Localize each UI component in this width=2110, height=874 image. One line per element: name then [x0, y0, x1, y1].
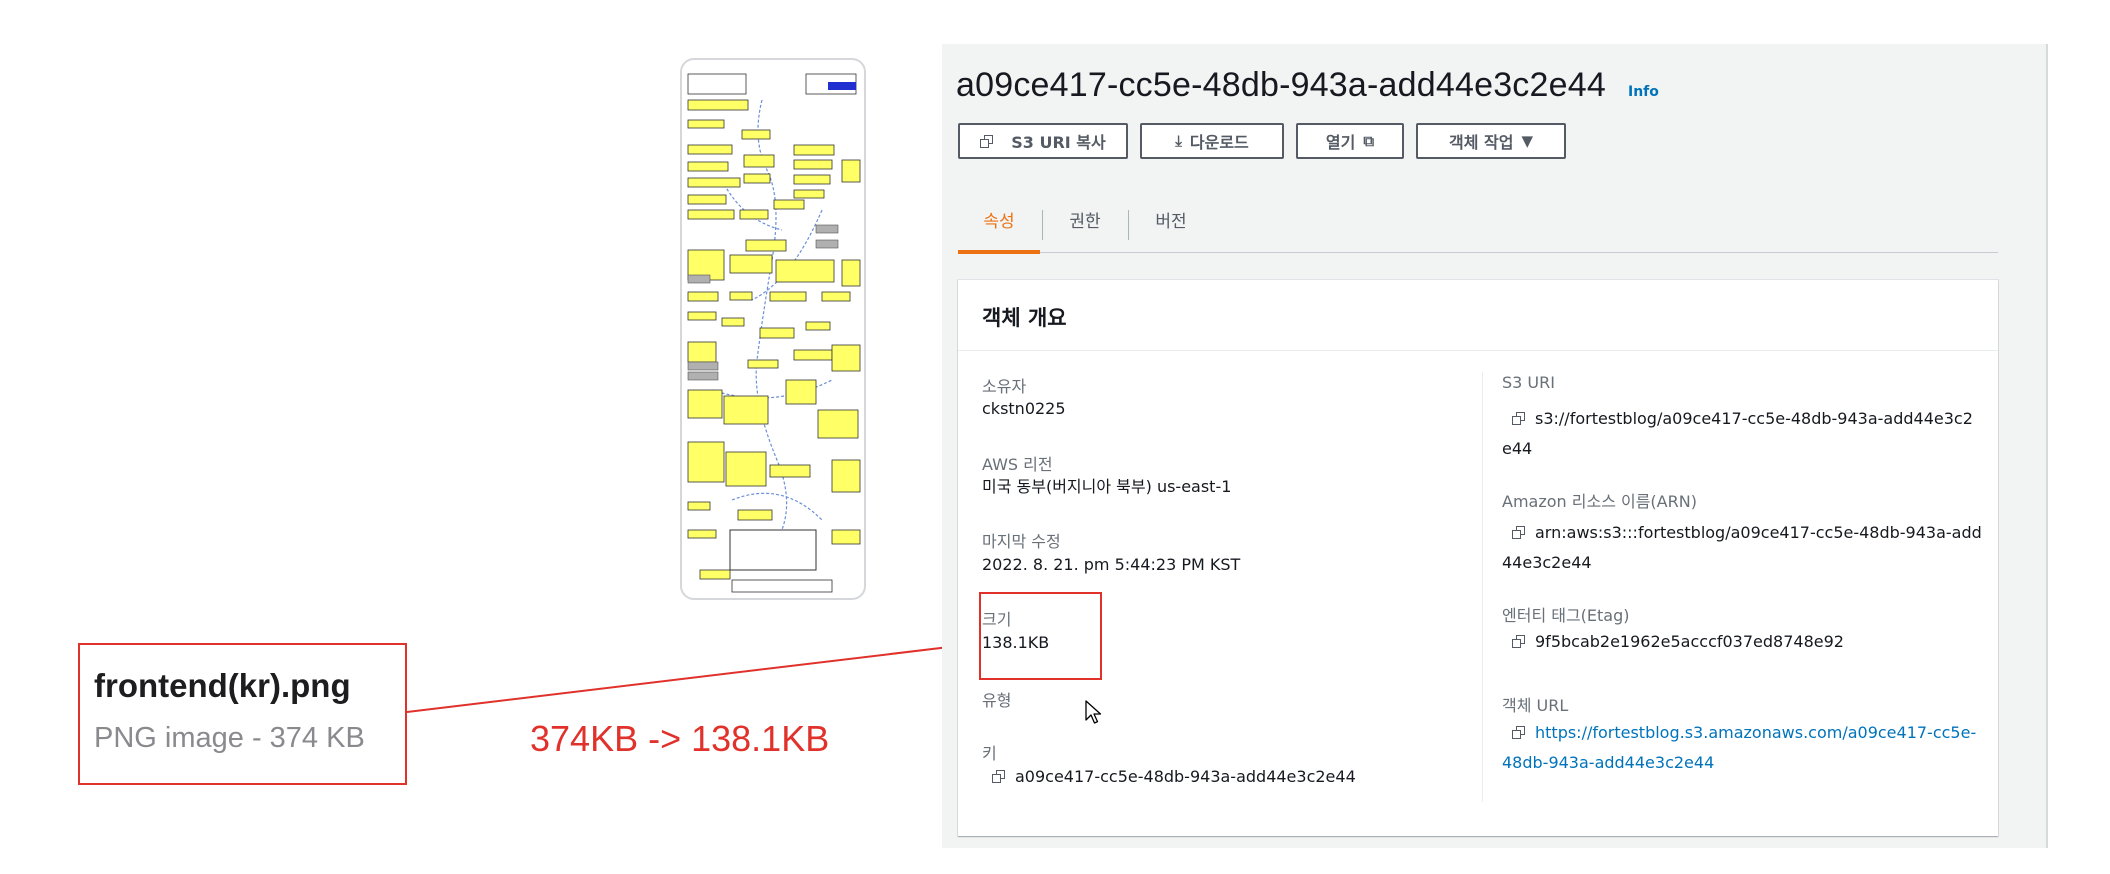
arn-label: Amazon 리소스 이름(ARN)	[1502, 492, 1697, 511]
object-overview-card: 객체 개요 소유자 ckstn0225 AWS 리전 미국 동부(버지니아 북부…	[958, 280, 1998, 836]
s3-uri-value[interactable]: s3://fortestblog/a09ce417-cc5e-48db-943a…	[1502, 404, 1982, 464]
tab-separator	[1042, 210, 1043, 240]
arn-value[interactable]: arn:aws:s3:::fortestblog/a09ce417-cc5e-4…	[1502, 518, 1982, 578]
copy-icon[interactable]	[1512, 412, 1525, 425]
s3-object-panel: a09ce417-cc5e-48db-943a-add44e3c2e44 Inf…	[942, 44, 2046, 848]
card-header: 객체 개요	[958, 280, 1998, 351]
copy-icon[interactable]	[1512, 635, 1525, 648]
caret-down-icon: ▼	[1521, 132, 1533, 150]
type-label: 유형	[982, 691, 1012, 710]
object-url-text-2[interactable]: 48db-943a-add44e3c2e44	[1502, 748, 1982, 778]
s3-uri-label: S3 URI	[1502, 373, 1555, 392]
open-label: 열기	[1325, 133, 1356, 152]
etag-label: 엔터티 태그(Etag)	[1502, 606, 1630, 625]
mouse-cursor-icon	[1085, 700, 1102, 724]
copy-icon[interactable]	[1512, 526, 1525, 539]
object-url-link[interactable]: https://fortestblog.s3.amazonaws.com/a09…	[1502, 718, 1982, 778]
s3-uri-text-2: e44	[1502, 439, 1533, 458]
copy-icon[interactable]	[1512, 726, 1525, 739]
external-link-icon: ⧉	[1363, 132, 1375, 150]
key-text: a09ce417-cc5e-48db-943a-add44e3c2e44	[1015, 767, 1356, 786]
arn-text-1: arn:aws:s3:::fortestblog/a09ce417-cc5e-4…	[1535, 523, 1982, 542]
copy-icon	[980, 134, 994, 148]
owner-value: ckstn0225	[982, 399, 1066, 418]
object-actions-label: 객체 작업	[1449, 133, 1514, 152]
key-label: 키	[982, 744, 997, 763]
tab-separator	[1128, 210, 1129, 240]
column-divider	[1482, 372, 1483, 802]
open-button[interactable]: 열기 ⧉	[1296, 123, 1404, 159]
etag-text: 9f5bcab2e1962e5acccf037ed8748e92	[1535, 632, 1844, 651]
size-highlight-box	[979, 592, 1102, 680]
download-label: 다운로드	[1189, 133, 1249, 152]
region-value: 미국 동부(버지니아 북부) us-east-1	[982, 477, 1232, 496]
last-modified-label: 마지막 수정	[982, 532, 1061, 551]
etag-value[interactable]: 9f5bcab2e1962e5acccf037ed8748e92	[1512, 627, 1844, 657]
download-icon: ⤓	[1175, 132, 1182, 150]
last-modified-value: 2022. 8. 21. pm 5:44:23 PM KST	[982, 555, 1241, 574]
card-title: 객체 개요	[982, 306, 1067, 330]
copy-icon[interactable]	[992, 770, 1005, 783]
object-title: a09ce417-cc5e-48db-943a-add44e3c2e44	[956, 66, 1606, 104]
object-url-text-1[interactable]: https://fortestblog.s3.amazonaws.com/a09…	[1535, 723, 1976, 742]
info-link[interactable]: Info	[1628, 84, 1659, 100]
object-url-label: 객체 URL	[1502, 696, 1569, 715]
key-value[interactable]: a09ce417-cc5e-48db-943a-add44e3c2e44	[992, 762, 1356, 792]
object-actions-dropdown[interactable]: 객체 작업 ▼	[1416, 123, 1566, 159]
copy-s3-uri-button[interactable]: S3 URI 복사	[958, 123, 1128, 159]
s3-uri-text-1: s3://fortestblog/a09ce417-cc5e-48db-943a…	[1535, 409, 1973, 428]
tab-bar: 속성 권한 버전	[958, 196, 1998, 254]
download-button[interactable]: ⤓ 다운로드	[1140, 123, 1284, 159]
tab-versions[interactable]: 버전	[1130, 196, 1212, 252]
copy-s3-uri-label: S3 URI 복사	[1011, 133, 1106, 152]
console-edge	[2046, 44, 2048, 848]
arn-text-2: 44e3c2e44	[1502, 553, 1592, 572]
tab-properties[interactable]: 속성	[958, 196, 1040, 254]
tab-permissions[interactable]: 권한	[1044, 196, 1126, 252]
